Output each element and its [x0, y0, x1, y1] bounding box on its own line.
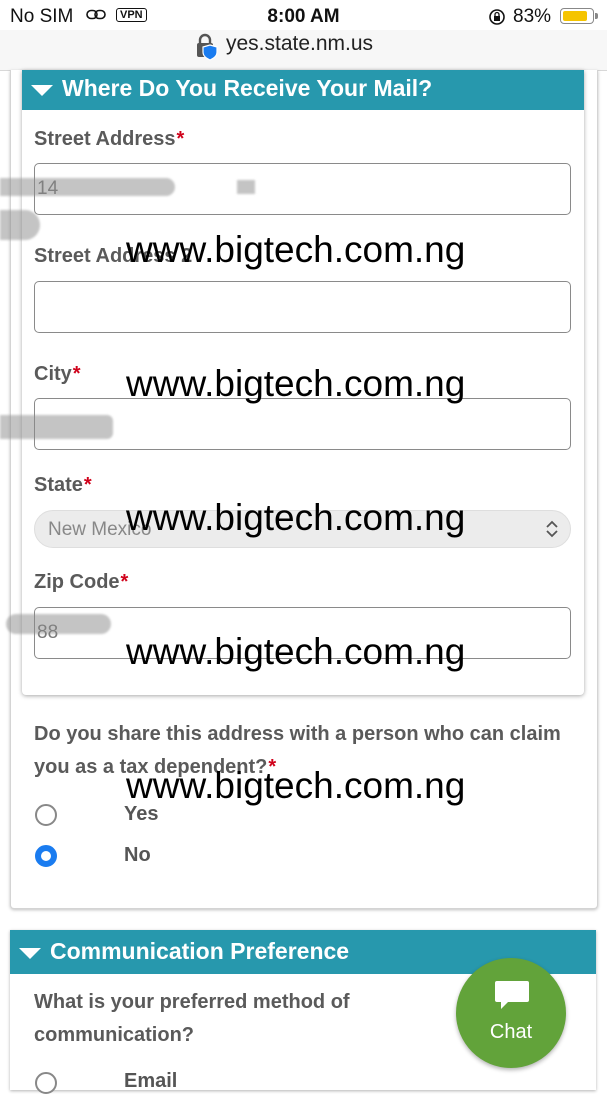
redaction-mask [237, 180, 255, 194]
collapse-triangle-icon [19, 948, 41, 959]
radio-email[interactable] [35, 1072, 57, 1094]
mail-section-title: Where Do You Receive Your Mail? [62, 75, 433, 101]
city-label: City* [34, 363, 81, 385]
communication-question: What is your preferred method of communi… [34, 991, 350, 1046]
street-address-2-input[interactable] [34, 281, 571, 333]
address-bar[interactable]: yes.state.nm.us [0, 30, 607, 71]
radio-no-label[interactable]: No [124, 844, 151, 867]
street-address-2-label: Street Address 2 [34, 245, 193, 267]
battery-icon [560, 8, 598, 24]
communication-section-title: Communication Preference [50, 938, 350, 964]
select-chevron-icon [546, 520, 558, 538]
state-select[interactable]: New Mexico [34, 510, 571, 548]
city-input[interactable] [34, 398, 571, 450]
rotation-lock-icon [489, 9, 505, 25]
tax-dependent-question: Do you share this address with a person … [34, 723, 561, 778]
url-text[interactable]: yes.state.nm.us [226, 32, 373, 56]
redaction-mask [0, 210, 40, 240]
street-address-label: Street Address* [34, 128, 185, 150]
redaction-mask [6, 614, 111, 634]
mail-section-header[interactable]: Where Do You Receive Your Mail? [22, 70, 584, 110]
privacy-shield-icon [197, 33, 218, 61]
radio-no[interactable] [35, 845, 57, 867]
radio-yes[interactable] [35, 804, 57, 826]
chat-button[interactable]: Chat [456, 958, 566, 1068]
chat-label: Chat [489, 1021, 533, 1043]
radio-yes-label[interactable]: Yes [124, 803, 158, 826]
zip-code-label: Zip Code* [34, 571, 129, 593]
chat-bubble-icon [495, 981, 529, 1009]
redaction-mask [0, 415, 113, 439]
status-bar: No SIM VPN 8:00 AM 83% [0, 0, 607, 32]
state-label: State* [34, 474, 92, 496]
radio-email-label[interactable]: Email [124, 1070, 177, 1093]
collapse-triangle-icon [31, 85, 53, 96]
redaction-mask [0, 178, 175, 196]
zip-code-input[interactable]: 88 [34, 607, 571, 659]
battery-percent: 83% [513, 6, 552, 27]
